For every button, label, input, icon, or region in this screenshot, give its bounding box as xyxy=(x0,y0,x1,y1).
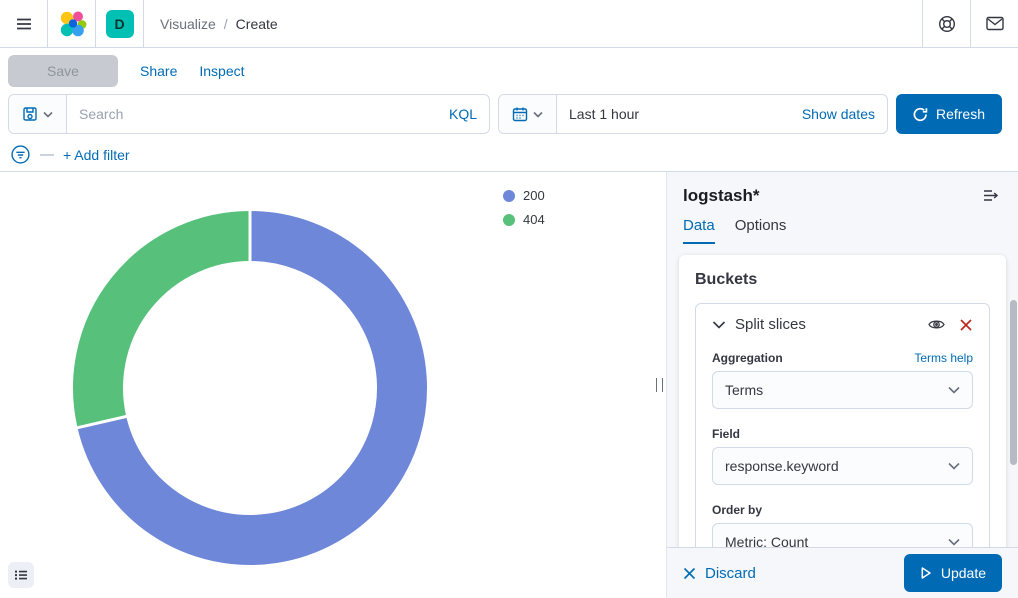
remove-bucket-button[interactable] xyxy=(959,318,973,332)
legend-list-icon xyxy=(14,568,28,582)
breadcrumb-visualize[interactable]: Visualize xyxy=(160,16,216,32)
split-slices-panel: Split slices xyxy=(695,303,990,582)
aggregation-value: Terms xyxy=(725,382,763,398)
editor-tabs: Data Options xyxy=(683,217,1002,244)
elastic-logo[interactable] xyxy=(48,0,96,47)
accordion-toggle-button[interactable] xyxy=(712,320,726,330)
update-label: Update xyxy=(941,565,986,581)
index-pattern-title: logstash* xyxy=(683,186,760,206)
toggle-legend-button[interactable] xyxy=(8,562,34,588)
chart-legend: 200 404 xyxy=(503,188,545,227)
donut-chart[interactable] xyxy=(70,208,430,568)
menu-button[interactable] xyxy=(0,0,48,47)
query-bar: KQL Last 1 hour Show dates Refresh xyxy=(0,94,1018,138)
collapse-editor-button[interactable] xyxy=(980,185,1002,206)
close-icon xyxy=(683,567,696,580)
chevron-down-icon xyxy=(948,538,960,546)
order-by-label: Order by xyxy=(712,503,762,517)
header-spacer xyxy=(294,0,922,47)
panel-resize-handle[interactable] xyxy=(656,378,663,392)
filter-icon xyxy=(10,144,31,165)
visualize-toolbar: Save Share Inspect xyxy=(0,48,1018,94)
add-filter-button[interactable]: + Add filter xyxy=(63,147,130,163)
inspect-button[interactable]: Inspect xyxy=(199,63,244,79)
refresh-label: Refresh xyxy=(936,106,985,122)
chevron-down-icon xyxy=(43,111,53,118)
remove-x-icon xyxy=(959,318,973,332)
resize-grip-icon xyxy=(656,378,663,392)
aggregation-select[interactable]: Terms xyxy=(712,371,973,409)
visualization-area: 200 404 xyxy=(0,172,666,598)
calendar-icon xyxy=(512,106,528,122)
legend-item[interactable]: 200 xyxy=(503,188,545,203)
filter-divider xyxy=(40,154,54,156)
terms-help-link[interactable]: Terms help xyxy=(914,351,973,365)
field-value: response.keyword xyxy=(725,458,839,474)
eye-icon xyxy=(928,318,945,331)
play-icon xyxy=(920,566,932,580)
filter-bar: + Add filter xyxy=(0,138,1018,172)
breadcrumb-separator: / xyxy=(224,16,228,32)
quick-select-menu-button[interactable] xyxy=(499,95,557,133)
save-button[interactable]: Save xyxy=(8,55,118,87)
menu-right-icon xyxy=(982,187,1000,204)
space-switcher[interactable]: D xyxy=(96,0,144,47)
chevron-down-icon xyxy=(948,462,960,470)
visualization-editor-panel: logstash* Data Options Buckets xyxy=(666,172,1018,598)
search-input[interactable] xyxy=(67,106,437,122)
legend-label: 404 xyxy=(523,212,545,227)
chevron-down-icon xyxy=(533,111,543,118)
breadcrumb: Visualize / Create xyxy=(144,0,294,47)
legend-item[interactable]: 404 xyxy=(503,212,545,227)
space-badge: D xyxy=(106,10,134,38)
tab-data[interactable]: Data xyxy=(683,217,715,244)
filter-options-button[interactable] xyxy=(10,144,31,165)
chevron-down-icon xyxy=(948,386,960,394)
aggregation-label: Aggregation xyxy=(712,351,783,365)
newsfeed-button[interactable] xyxy=(970,0,1018,47)
query-language-button[interactable]: KQL xyxy=(437,106,489,122)
scrollbar-thumb[interactable] xyxy=(1010,300,1017,465)
editor-header: logstash* Data Options xyxy=(667,172,1018,244)
discard-label: Discard xyxy=(705,565,756,582)
field-select[interactable]: response.keyword xyxy=(712,447,973,485)
breadcrumb-create: Create xyxy=(236,16,278,32)
show-dates-button[interactable]: Show dates xyxy=(790,106,887,122)
refresh-icon xyxy=(913,107,928,122)
help-button[interactable] xyxy=(922,0,970,47)
mail-icon xyxy=(986,16,1004,31)
elastic-logo-icon xyxy=(57,9,87,39)
main-content: 200 404 logstash* xyxy=(0,172,1018,598)
tab-options[interactable]: Options xyxy=(735,217,787,244)
help-icon xyxy=(938,15,956,33)
buckets-heading: Buckets xyxy=(695,271,990,289)
legend-swatch xyxy=(503,190,515,202)
top-nav-bar: D Visualize / Create xyxy=(0,0,1018,48)
date-picker: Last 1 hour Show dates xyxy=(498,94,888,134)
refresh-button[interactable]: Refresh xyxy=(896,94,1002,134)
legend-swatch xyxy=(503,214,515,226)
field-label: Field xyxy=(712,427,740,441)
split-slices-header: Split slices xyxy=(712,316,973,333)
share-button[interactable]: Share xyxy=(140,63,177,79)
discard-button[interactable]: Discard xyxy=(683,565,756,582)
time-range-value[interactable]: Last 1 hour xyxy=(557,106,651,122)
split-slices-label: Split slices xyxy=(735,316,806,333)
legend-label: 200 xyxy=(523,188,545,203)
update-button[interactable]: Update xyxy=(904,554,1002,592)
toggle-visibility-button[interactable] xyxy=(928,318,945,331)
chevron-down-icon xyxy=(712,320,726,330)
hamburger-icon xyxy=(16,16,32,32)
search-bar: KQL xyxy=(8,94,490,134)
editor-footer: Discard Update xyxy=(667,547,1018,598)
saved-query-menu-button[interactable] xyxy=(9,95,67,133)
save-query-icon xyxy=(22,106,38,122)
